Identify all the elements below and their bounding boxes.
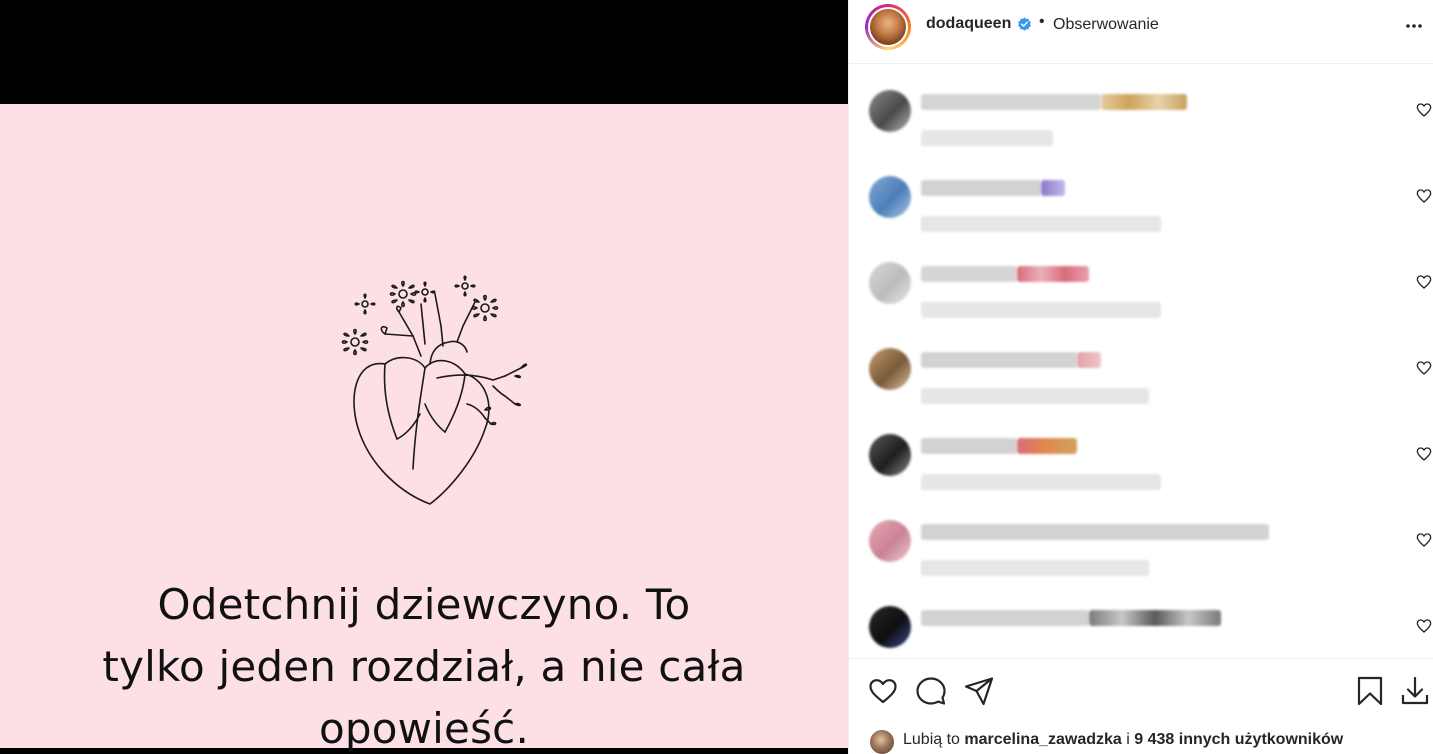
- quote-line-2: tylko jeden rozdział, a nie cała: [102, 642, 746, 691]
- quote-line-1: Odetchnij dziewczyno. To: [157, 580, 691, 629]
- comment-avatar[interactable]: [869, 176, 911, 218]
- comment-avatar[interactable]: [869, 434, 911, 476]
- comment-item: [849, 598, 1433, 658]
- comment-like-heart-icon[interactable]: [1416, 532, 1432, 548]
- comment-item: [849, 254, 1433, 340]
- comment-like-heart-icon[interactable]: [1416, 446, 1432, 462]
- download-icon[interactable]: [1399, 675, 1431, 707]
- heart-outline-icon[interactable]: [867, 675, 899, 707]
- likes-connector: i: [1126, 731, 1130, 748]
- verified-badge-icon: [1018, 17, 1031, 31]
- comment-text-blurred: [921, 524, 1269, 540]
- comment-item: [849, 340, 1433, 426]
- comment-text-blurred: [921, 352, 1077, 368]
- comment-emoji-blurred: [1041, 180, 1065, 196]
- flower-6: [414, 281, 436, 303]
- comment-text-blurred: [921, 438, 1017, 454]
- comment-text-blurred: [921, 266, 1017, 282]
- comment-emoji-blurred: [1101, 94, 1187, 110]
- paper-plane-icon[interactable]: [963, 675, 995, 707]
- flower-1: [341, 328, 369, 356]
- flower-3: [471, 294, 499, 322]
- flower-5: [354, 293, 376, 315]
- quote-text: Odetchnij dziewczyno. To tylko jeden roz…: [24, 574, 824, 754]
- comment-text-blurred: [921, 610, 1089, 626]
- comment-item: [849, 168, 1433, 254]
- comment-avatar[interactable]: [869, 90, 911, 132]
- comment-meta-blurred: [921, 216, 1161, 232]
- following-button[interactable]: Obserwowanie: [1053, 16, 1159, 34]
- comment-text-blurred: [921, 94, 1101, 110]
- comment-item: [849, 512, 1433, 598]
- flower-2: [389, 280, 417, 308]
- comment-meta-blurred: [921, 560, 1149, 576]
- comment-meta-blurred: [921, 130, 1053, 146]
- bookmark-icon[interactable]: [1354, 675, 1386, 707]
- comment-emoji-blurred: [1017, 438, 1077, 454]
- comment-like-heart-icon[interactable]: [1416, 618, 1432, 634]
- comment-item: [849, 82, 1433, 168]
- post-image[interactable]: Odetchnij dziewczyno. To tylko jeden roz…: [0, 104, 848, 753]
- comment-emoji-blurred: [1077, 352, 1101, 368]
- comment-like-heart-icon[interactable]: [1416, 188, 1432, 204]
- comment-like-heart-icon[interactable]: [1416, 102, 1432, 118]
- flower-4: [454, 275, 476, 297]
- comment-meta-blurred: [921, 302, 1161, 318]
- comment-avatar[interactable]: [869, 606, 911, 648]
- comment-avatar[interactable]: [869, 520, 911, 562]
- comment-bubble-icon[interactable]: [915, 675, 947, 707]
- post-header: dodaqueen • Obserwowanie: [849, 0, 1433, 64]
- comment-meta-blurred: [921, 474, 1161, 490]
- likes-prefix: Lubią to: [903, 731, 960, 748]
- likes-count-link[interactable]: 9 438 innych użytkowników: [1134, 731, 1343, 748]
- comment-emoji-blurred: [1089, 610, 1221, 626]
- comment-item: [849, 426, 1433, 512]
- liker-username-link[interactable]: marcelina_zawadzka: [964, 731, 1121, 748]
- liker-avatar[interactable]: [869, 729, 895, 754]
- post-media[interactable]: Odetchnij dziewczyno. To tylko jeden roz…: [0, 0, 848, 754]
- post-side-panel: dodaqueen • Obserwowanie Lubią to marcel…: [848, 0, 1433, 754]
- comment-emoji-blurred: [1017, 266, 1089, 282]
- author-username[interactable]: dodaqueen: [926, 15, 1011, 33]
- comment-like-heart-icon[interactable]: [1416, 360, 1432, 376]
- comment-like-heart-icon[interactable]: [1416, 274, 1432, 290]
- comment-avatar[interactable]: [869, 262, 911, 304]
- likes-summary: Lubią to marcelina_zawadzka i 9 438 inny…: [869, 729, 1429, 754]
- comments-list[interactable]: [849, 64, 1433, 658]
- comment-text-blurred: [921, 180, 1041, 196]
- author-avatar[interactable]: [865, 4, 911, 50]
- floral-heart-illustration: [341, 275, 528, 505]
- comment-avatar[interactable]: [869, 348, 911, 390]
- likes-text: Lubią to marcelina_zawadzka i 9 438 inny…: [903, 731, 1343, 749]
- header-separator: •: [1039, 13, 1045, 30]
- post-actions-bar: Lubią to marcelina_zawadzka i 9 438 inny…: [849, 658, 1433, 754]
- quote-line-3: opowieść.: [318, 704, 530, 753]
- comment-meta-blurred: [921, 388, 1149, 404]
- more-horizontal-icon[interactable]: [1404, 16, 1424, 36]
